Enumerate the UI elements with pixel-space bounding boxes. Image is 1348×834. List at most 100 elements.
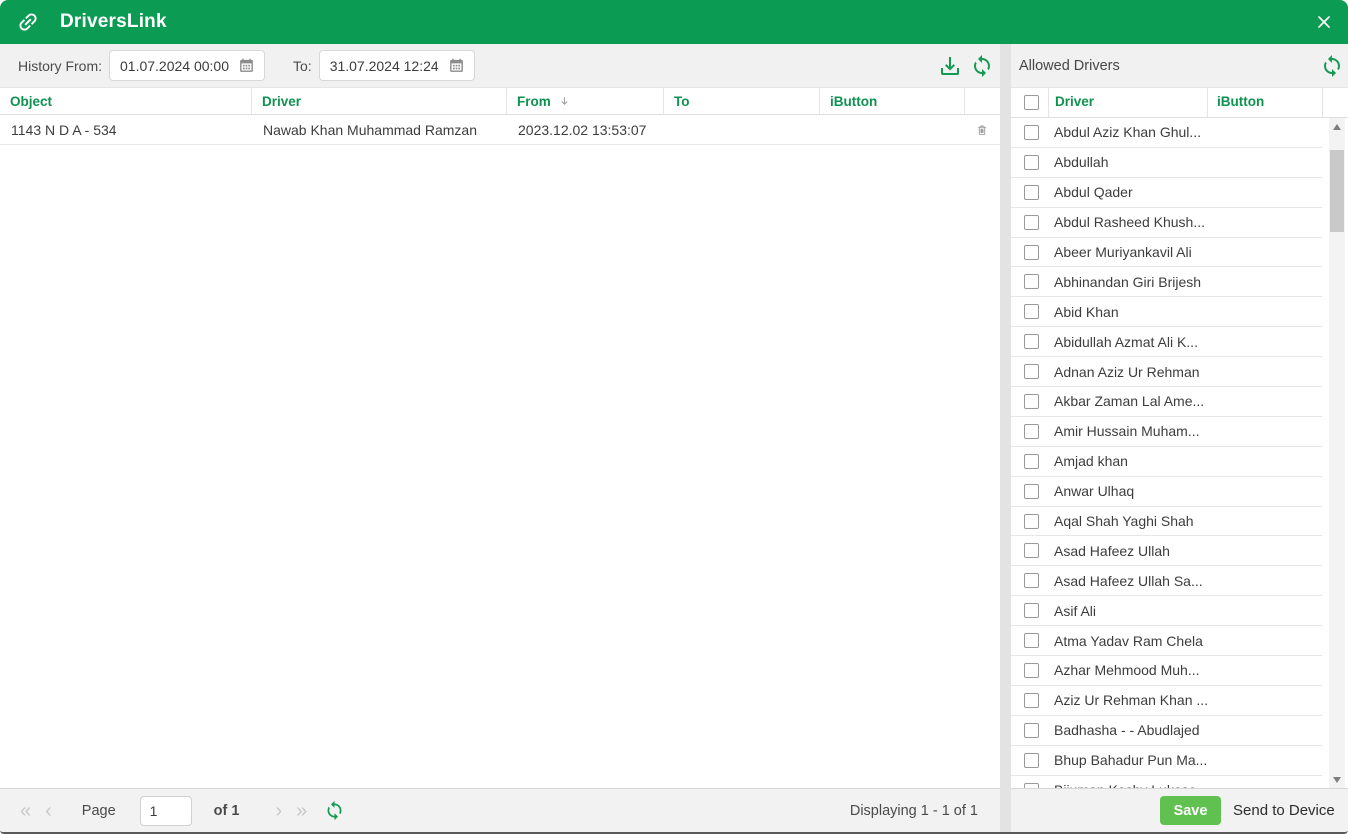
scroll-up-button[interactable] [1329, 118, 1345, 135]
page-input[interactable] [140, 796, 192, 826]
close-icon[interactable] [1314, 12, 1334, 32]
driver-name: Azhar Mehmood Muh... [1054, 662, 1200, 678]
driver-checkbox[interactable] [1024, 304, 1039, 319]
pane-splitter[interactable] [1000, 44, 1011, 832]
column-divider [1048, 88, 1049, 117]
scrollbar[interactable] [1329, 118, 1345, 788]
allowed-driver-row[interactable]: Abdul Aziz Khan Ghul... [1011, 118, 1322, 148]
allowed-driver-row[interactable]: Badhasha - - Abudlajed [1011, 716, 1322, 746]
allowed-driver-row[interactable]: Abdul Qader [1011, 178, 1322, 208]
column-label: Driver [262, 94, 301, 109]
prev-page-button[interactable]: ‹ [45, 801, 52, 821]
next-page-button[interactable]: › [275, 801, 282, 821]
column-header-ibutton[interactable]: iButton [1217, 94, 1264, 109]
driver-checkbox[interactable] [1024, 125, 1039, 140]
column-label: To [674, 94, 690, 109]
link-icon [16, 10, 40, 34]
driver-name: Abdul Rasheed Khush... [1054, 214, 1205, 230]
column-header-ibutton[interactable]: iButton [820, 88, 965, 114]
driver-checkbox[interactable] [1024, 424, 1039, 439]
scroll-down-button[interactable] [1329, 771, 1345, 788]
allowed-driver-row[interactable]: Bijuman Koshy Lukose [1011, 776, 1322, 788]
refresh-icon[interactable] [324, 800, 345, 821]
driver-checkbox[interactable] [1024, 454, 1039, 469]
driver-checkbox[interactable] [1024, 543, 1039, 558]
driver-checkbox[interactable] [1024, 334, 1039, 349]
select-all-checkbox[interactable] [1024, 95, 1039, 110]
first-page-button[interactable]: « [20, 801, 31, 821]
history-row[interactable]: 1143 N D A - 534Nawab Khan Muhammad Ramz… [0, 115, 1000, 145]
driver-checkbox[interactable] [1024, 155, 1039, 170]
allowed-driver-row[interactable]: Akbar Zaman Lal Ame... [1011, 387, 1322, 417]
driver-name: Abdul Qader [1054, 184, 1133, 200]
last-page-button[interactable]: » [296, 801, 307, 821]
arrow-down-icon [1333, 777, 1341, 783]
download-icon[interactable] [938, 54, 962, 78]
allowed-driver-row[interactable]: Abid Khan [1011, 297, 1322, 327]
driver-name: Akbar Zaman Lal Ame... [1054, 393, 1204, 409]
column-header-object[interactable]: Object [0, 88, 252, 114]
allowed-driver-row[interactable]: Anwar Ulhaq [1011, 477, 1322, 507]
history-grid-header: Object Driver From To iButton [0, 88, 1000, 115]
cell-actions [965, 120, 1000, 140]
history-from-label: History From: [18, 58, 102, 74]
driver-checkbox[interactable] [1024, 484, 1039, 499]
calendar-icon[interactable] [238, 57, 255, 74]
sync-icon[interactable] [970, 54, 994, 78]
allowed-driver-row[interactable]: Abeer Muriyankavil Ali [1011, 238, 1322, 268]
send-to-device-button[interactable]: Send to Device [1233, 802, 1335, 819]
allowed-driver-row[interactable]: Abdul Rasheed Khush... [1011, 208, 1322, 238]
allowed-driver-row[interactable]: Abdullah [1011, 148, 1322, 178]
column-header-from[interactable]: From [507, 88, 664, 114]
driver-name: Abdullah [1054, 154, 1109, 170]
driver-name: Aziz Ur Rehman Khan ... [1054, 692, 1208, 708]
driver-name: Bhup Bahadur Pun Ma... [1054, 752, 1207, 768]
driver-checkbox[interactable] [1024, 603, 1039, 618]
allowed-driver-row[interactable]: Asad Hafeez Ullah Sa... [1011, 566, 1322, 596]
allowed-driver-row[interactable]: Atma Yadav Ram Chela [1011, 626, 1322, 656]
allowed-driver-row[interactable]: Amjad khan [1011, 447, 1322, 477]
history-grid-body: 1143 N D A - 534Nawab Khan Muhammad Ramz… [0, 115, 1000, 788]
allowed-driver-row[interactable]: Asad Hafeez Ullah [1011, 536, 1322, 566]
history-pane: History From: 01.07.2024 00:00 To: 31.07… [0, 44, 1000, 832]
calendar-icon[interactable] [448, 57, 465, 74]
sync-icon[interactable] [1320, 54, 1344, 78]
allowed-driver-row[interactable]: Adnan Aziz Ur Rehman [1011, 357, 1322, 387]
trash-icon[interactable] [976, 120, 988, 140]
allowed-driver-row[interactable]: Amir Hussain Muham... [1011, 417, 1322, 447]
column-header-driver[interactable]: Driver [252, 88, 507, 114]
column-header-driver[interactable]: Driver [1055, 94, 1094, 109]
driver-checkbox[interactable] [1024, 753, 1039, 768]
allowed-driver-row[interactable]: Aqal Shah Yaghi Shah [1011, 507, 1322, 537]
column-label: From [517, 94, 551, 109]
driver-checkbox[interactable] [1024, 573, 1039, 588]
driver-checkbox[interactable] [1024, 364, 1039, 379]
allowed-driver-row[interactable]: Azhar Mehmood Muh... [1011, 656, 1322, 686]
history-from-field[interactable]: 01.07.2024 00:00 [109, 50, 265, 81]
allowed-drivers-footer: Save Send to Device [1011, 788, 1348, 832]
driver-checkbox[interactable] [1024, 723, 1039, 738]
allowed-driver-row[interactable]: Aziz Ur Rehman Khan ... [1011, 686, 1322, 716]
driver-checkbox[interactable] [1024, 514, 1039, 529]
driver-checkbox[interactable] [1024, 215, 1039, 230]
driver-checkbox[interactable] [1024, 245, 1039, 260]
driver-checkbox[interactable] [1024, 394, 1039, 409]
to-label: To: [293, 58, 312, 74]
driver-checkbox[interactable] [1024, 693, 1039, 708]
history-to-value: 31.07.2024 12:24 [330, 58, 439, 74]
driver-checkbox[interactable] [1024, 663, 1039, 678]
scroll-thumb[interactable] [1330, 150, 1344, 232]
driver-checkbox[interactable] [1024, 633, 1039, 648]
save-button[interactable]: Save [1160, 796, 1221, 825]
allowed-driver-row[interactable]: Abidullah Azmat Ali K... [1011, 327, 1322, 357]
allowed-drivers-pane: Allowed Drivers Driver iButton Abdul Azi… [1011, 44, 1348, 832]
allowed-driver-row[interactable]: Abhinandan Giri Brijesh [1011, 267, 1322, 297]
history-to-field[interactable]: 31.07.2024 12:24 [319, 50, 475, 81]
driver-checkbox[interactable] [1024, 274, 1039, 289]
titlebar: DriversLink [0, 0, 1348, 44]
driver-checkbox[interactable] [1024, 185, 1039, 200]
allowed-driver-row[interactable]: Asif Ali [1011, 596, 1322, 626]
column-header-to[interactable]: To [664, 88, 820, 114]
allowed-driver-row[interactable]: Bhup Bahadur Pun Ma... [1011, 746, 1322, 776]
column-label: Object [10, 94, 52, 109]
